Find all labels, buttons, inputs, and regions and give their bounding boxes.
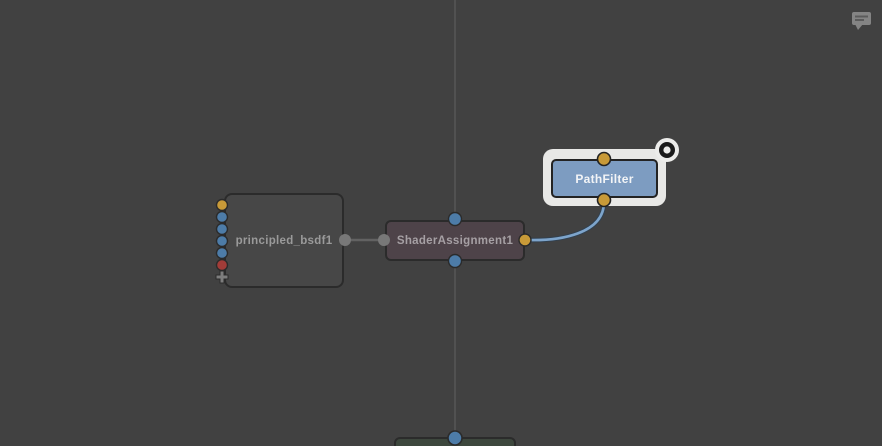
node-graph-canvas[interactable]: principled_bsdf1 ShaderAssignment1 PathF… <box>0 0 882 446</box>
port-principled-input-gold[interactable] <box>215 198 229 212</box>
port-principled-input-blue-1[interactable] <box>215 210 229 224</box>
port-bottom-node-in[interactable] <box>447 430 463 446</box>
port-pathfilter-out[interactable] <box>596 192 612 208</box>
port-principled-input-blue-4[interactable] <box>215 246 229 260</box>
port-principled-input-blue-3[interactable] <box>215 234 229 248</box>
port-pathfilter-in[interactable] <box>596 151 612 167</box>
port-principled-output[interactable] <box>339 234 351 246</box>
node-principled-bsdf1[interactable]: principled_bsdf1 <box>224 193 344 288</box>
port-shaderassignment-out[interactable] <box>447 253 463 269</box>
node-pathfilter-label: PathFilter <box>575 171 634 186</box>
annotation-bubble-icon <box>852 12 871 30</box>
filter-wire-outline <box>526 201 607 243</box>
port-shaderassignment-shader-input[interactable] <box>378 234 390 246</box>
port-shaderassignment-filter[interactable] <box>518 233 532 247</box>
port-principled-input-red[interactable] <box>215 258 229 272</box>
focus-indicator[interactable] <box>655 138 679 162</box>
port-principled-input-blue-2[interactable] <box>215 222 229 236</box>
node-principled-bsdf1-label: principled_bsdf1 <box>235 234 333 247</box>
port-shaderassignment-in[interactable] <box>447 211 463 227</box>
node-shaderassignment1-label: ShaderAssignment1 <box>396 234 514 247</box>
filter-wire[interactable] <box>526 201 606 242</box>
